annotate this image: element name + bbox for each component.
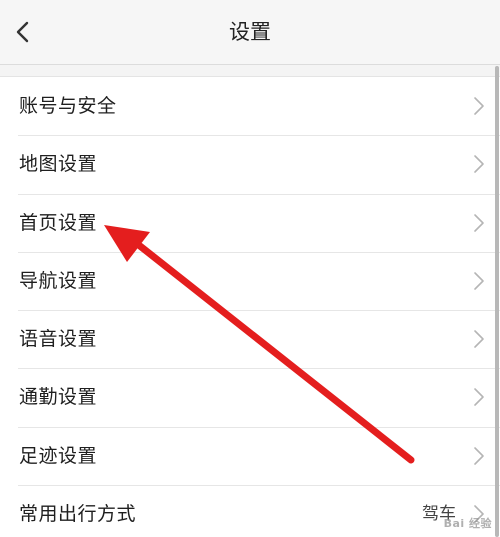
chevron-right-icon bbox=[474, 155, 484, 174]
settings-item-commute[interactable]: 通勤设置 bbox=[0, 368, 500, 426]
settings-item-homepage[interactable]: 首页设置 bbox=[0, 193, 500, 252]
settings-item-footprint[interactable]: 足迹设置 bbox=[0, 426, 500, 485]
settings-item-label: 语音设置 bbox=[19, 328, 98, 351]
settings-item-account-security[interactable]: 账号与安全 bbox=[0, 77, 500, 135]
settings-item-label: 常用出行方式 bbox=[19, 503, 137, 526]
baidu-watermark: Bai 经验 bbox=[443, 517, 492, 530]
settings-item-label: 账号与安全 bbox=[19, 95, 117, 117]
settings-item-label: 足迹设置 bbox=[19, 444, 98, 467]
settings-item-map[interactable]: 地图设置 bbox=[0, 135, 500, 193]
chevron-right-icon bbox=[474, 388, 484, 407]
settings-item-label: 首页设置 bbox=[19, 211, 98, 234]
settings-item-voice[interactable]: 语音设置 bbox=[0, 310, 500, 368]
chevron-right-icon bbox=[474, 213, 484, 232]
scrollbar[interactable] bbox=[495, 66, 499, 537]
chevron-right-icon bbox=[474, 446, 484, 465]
settings-list: 账号与安全 地图设置 首页设置 导航设置 语音设置 通勤设置 足迹设置 常用出行… bbox=[0, 76, 500, 537]
chevron-right-icon bbox=[474, 97, 484, 115]
top-navigation-bar: 设置 bbox=[0, 0, 500, 65]
settings-item-navigation[interactable]: 导航设置 bbox=[0, 251, 500, 310]
settings-screen: 设置 账号与安全 地图设置 首页设置 导航设置 语音设置 通勤设置 足迹设置 常… bbox=[0, 0, 500, 537]
settings-item-label: 通勤设置 bbox=[19, 386, 98, 409]
chevron-right-icon bbox=[474, 330, 484, 348]
settings-item-label: 地图设置 bbox=[19, 153, 98, 176]
chevron-right-icon bbox=[474, 272, 484, 290]
settings-item-travel-mode[interactable]: 常用出行方式 驾车 bbox=[0, 485, 500, 537]
page-title: 设置 bbox=[229, 20, 271, 44]
settings-item-label: 导航设置 bbox=[19, 269, 98, 292]
